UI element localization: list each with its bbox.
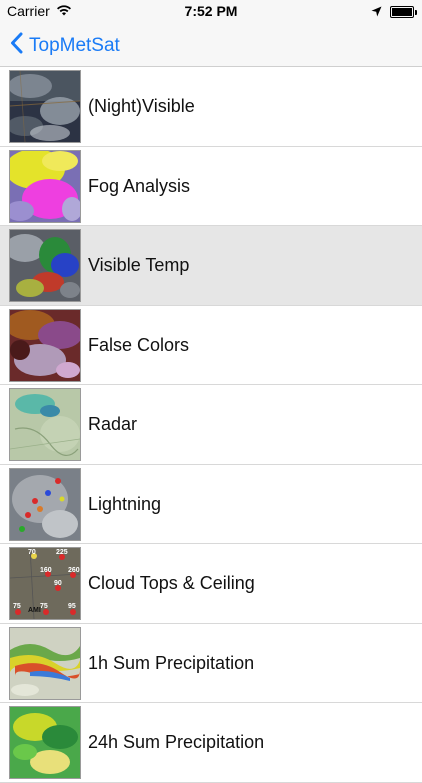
lightning-thumbnail <box>9 467 81 541</box>
visible-temp-thumbnail <box>9 229 81 302</box>
night-visible-thumbnail <box>9 70 81 143</box>
list-item-label: Visible Temp <box>88 255 190 275</box>
list-item-label: 24h Sum Precipitation <box>88 732 265 752</box>
svg-text:75: 75 <box>40 603 48 610</box>
list-item-label: False Colors <box>88 334 190 355</box>
navigation-bar: TopMetSat <box>0 22 422 67</box>
list-item-lightning[interactable]: Lightning <box>0 464 422 544</box>
location-arrow-icon <box>371 4 382 20</box>
list-item-label: (Night)Visible <box>88 96 195 116</box>
radar-thumbnail <box>9 388 81 461</box>
svg-text:160: 160 <box>40 567 52 574</box>
list-item-label: Fog Analysis <box>88 175 191 196</box>
24h-sum-precip-thumbnail <box>9 706 81 779</box>
back-button-label: TopMetSat <box>29 35 120 56</box>
battery-icon <box>390 6 417 18</box>
false-colors-thumbnail <box>9 308 81 382</box>
svg-text:AMI: AMI <box>28 607 41 614</box>
list-item-false-colors[interactable]: False Colors <box>0 305 422 385</box>
svg-text:225: 225 <box>56 549 68 556</box>
status-time: 7:52 PM <box>184 3 238 19</box>
list-item-label: Radar <box>88 414 138 434</box>
svg-text:70: 70 <box>28 549 36 556</box>
list-item-24h-sum-precipitation[interactable]: 24h Sum Precipitation <box>0 703 422 783</box>
svg-text:95: 95 <box>68 603 76 610</box>
list-item-radar[interactable]: Radar <box>0 385 422 465</box>
list-item-cloud-tops-ceiling[interactable]: 70 225 160 260 90 75 75 95 AMI Cloud Top… <box>0 544 422 624</box>
1h-sum-precip-thumbnail <box>9 626 81 700</box>
list-item-1h-sum-precipitation[interactable]: 1h Sum Precipitation <box>0 623 422 703</box>
status-bar-right <box>371 4 417 20</box>
status-bar: Carrier 7:52 PM <box>0 0 422 22</box>
list-item-label: 1h Sum Precipitation <box>88 652 255 673</box>
back-button[interactable]: TopMetSat <box>10 32 120 60</box>
list-item-night-visible[interactable]: (Night)Visible <box>0 67 422 147</box>
chevron-left-icon <box>10 32 23 60</box>
list-item-label: Cloud Tops & Ceiling <box>88 573 255 593</box>
list-item-fog-analysis[interactable]: Fog Analysis <box>0 146 422 226</box>
svg-text:75: 75 <box>13 603 21 610</box>
fog-analysis-thumbnail <box>9 149 81 223</box>
list-item-visible-temp[interactable]: Visible Temp <box>0 226 422 306</box>
svg-text:90: 90 <box>54 580 62 587</box>
product-list: (Night)Visible Fog Analysis Visible Temp… <box>0 67 422 783</box>
list-item-label: Lightning <box>88 493 162 514</box>
cloud-tops-thumbnail: 70 225 160 260 90 75 75 95 AMI <box>9 547 81 620</box>
svg-text:260: 260 <box>68 567 80 574</box>
